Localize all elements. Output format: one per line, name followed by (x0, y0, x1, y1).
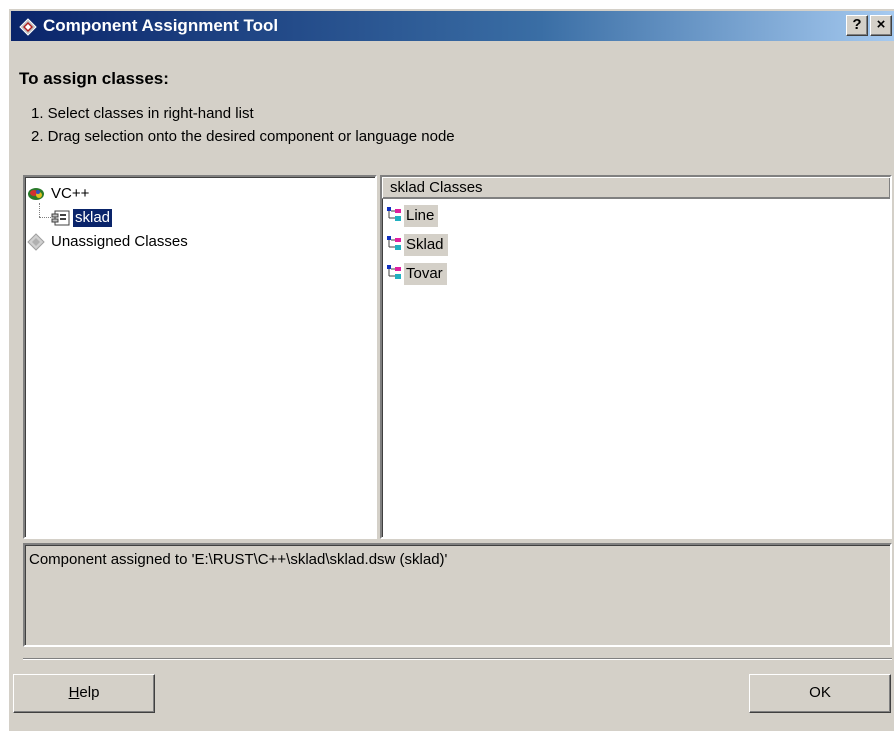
component-tree[interactable]: VC++ sklad Unassigned Classes (23, 175, 377, 539)
component-icon (51, 210, 70, 226)
status-text: Component assigned to 'E:\RUST\C++\sklad… (29, 551, 448, 568)
separator (23, 658, 892, 660)
class-icon (387, 236, 401, 250)
class-list-header[interactable]: sklad Classes (382, 177, 890, 199)
help-button-label: elp (79, 684, 100, 701)
component-assignment-dialog: Component Assignment Tool ? × To assign … (8, 8, 894, 731)
tree-item-label: VC++ (51, 185, 90, 202)
instructions-heading: To assign classes: (19, 69, 169, 88)
help-button-mnemonic: H (68, 684, 80, 701)
ok-button[interactable]: OK (749, 674, 891, 713)
titlebar-close-button[interactable]: × (870, 15, 892, 36)
tree-connector (39, 203, 40, 217)
window-title: Component Assignment Tool (43, 16, 279, 35)
titlebar-help-button[interactable]: ? (846, 15, 868, 36)
help-button[interactable]: Help (13, 674, 155, 713)
rose-app-icon (19, 18, 37, 36)
class-name: Sklad (404, 234, 448, 256)
class-name: Tovar (404, 263, 447, 285)
instruction-step-2: 2. Drag selection onto the desired compo… (31, 128, 455, 145)
class-icon (387, 265, 401, 279)
tree-item-label: sklad (73, 209, 113, 227)
unassigned-icon (27, 233, 45, 251)
class-list[interactable]: sklad Classes Line Sklad Tovar (380, 175, 892, 539)
tree-connector (39, 217, 51, 218)
instruction-step-1: 1. Select classes in right-hand list (31, 105, 254, 122)
class-icon (387, 207, 401, 221)
tree-item-label: Unassigned Classes (51, 233, 188, 250)
status-area: Component assigned to 'E:\RUST\C++\sklad… (23, 543, 892, 647)
class-name: Line (404, 205, 439, 227)
title-bar[interactable]: Component Assignment Tool ? × (11, 11, 894, 41)
vc-language-icon (28, 188, 44, 200)
